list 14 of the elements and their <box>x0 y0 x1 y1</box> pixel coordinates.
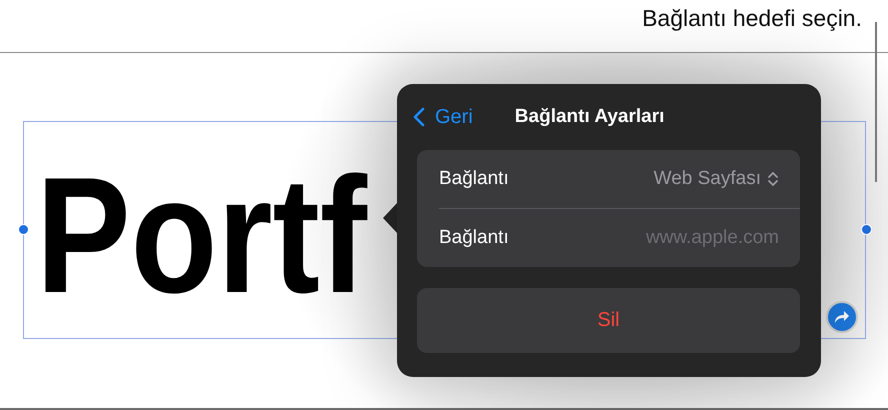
delete-button[interactable]: Sil <box>417 288 800 353</box>
callout-text: Bağlantı hedefi seçin. <box>642 5 862 32</box>
curved-arrow-icon <box>834 310 850 324</box>
back-button[interactable]: Geri <box>407 104 479 130</box>
row-label: Bağlantı <box>439 227 509 249</box>
link-button[interactable] <box>826 301 858 333</box>
row-label: Bağlantı <box>439 168 509 190</box>
selection-handle[interactable] <box>18 224 29 235</box>
chevron-left-icon <box>413 107 425 127</box>
up-down-chevron-icon <box>767 170 779 188</box>
title-text: Portf <box>36 152 368 319</box>
selection-handle[interactable] <box>861 224 872 235</box>
link-type-select[interactable]: Web Sayfası <box>654 168 779 190</box>
popover-title: Bağlantı Ayarları <box>514 106 664 128</box>
